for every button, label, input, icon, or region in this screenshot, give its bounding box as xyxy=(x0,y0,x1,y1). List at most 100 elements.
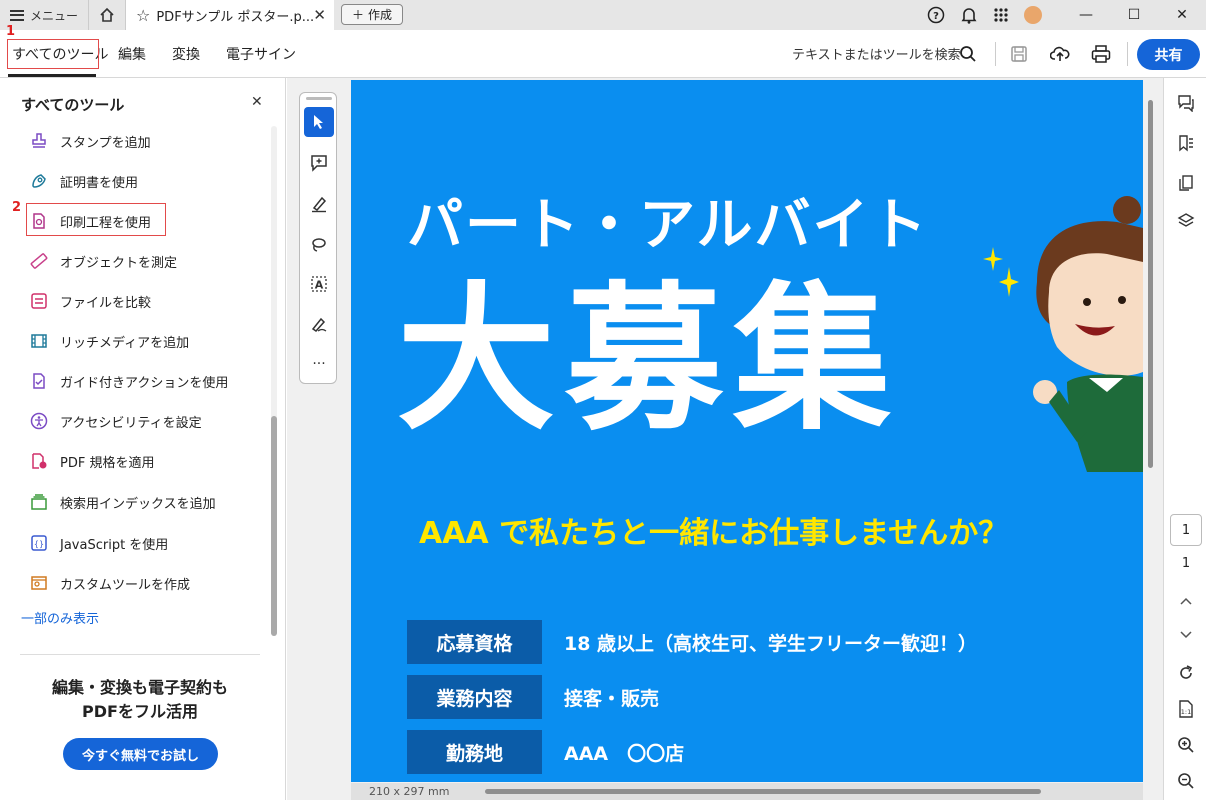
free-trial-button[interactable]: 今すぐ無料でお試し xyxy=(63,738,218,770)
pdf-page: パート・アルバイト 大募集 AAA で私たちと一緒にお仕事しませんか？ 応募資格… xyxy=(351,80,1143,782)
poster-row-qualification: 応募資格 18 歳以上（高校生可、学生フリーター歓迎！） xyxy=(407,620,977,664)
save-icon[interactable] xyxy=(1009,44,1029,64)
tool-pdf-standards[interactable]: PDF 規格を適用 xyxy=(30,450,154,472)
tool-label: ファイルを比較 xyxy=(60,295,152,311)
text-box-icon[interactable]: A xyxy=(304,269,334,299)
bell-icon[interactable] xyxy=(959,5,979,25)
menu-label: メニュー xyxy=(30,8,79,23)
zoom-out-icon[interactable] xyxy=(1175,770,1197,792)
maximize-icon[interactable]: ☐ xyxy=(1110,0,1158,30)
row-label: 勤務地 xyxy=(407,730,542,774)
highlight-pen-icon[interactable] xyxy=(304,189,334,219)
tool-use-certificate[interactable]: 証明書を使用 xyxy=(30,170,138,192)
tool-label: スタンプを追加 xyxy=(60,135,151,151)
select-cursor-icon[interactable] xyxy=(304,107,334,137)
tool-label: カスタムツールを作成 xyxy=(60,577,191,593)
tool-accessibility[interactable]: アクセシビリティを設定 xyxy=(30,410,202,432)
sign-icon[interactable] xyxy=(304,309,334,339)
javascript-icon: {} xyxy=(30,534,48,552)
promo-divider xyxy=(20,654,260,655)
actual-size-icon[interactable]: 1:1 xyxy=(1175,698,1197,720)
annotation-box-1 xyxy=(7,39,99,69)
help-icon[interactable]: ? xyxy=(926,5,946,25)
poster-subtitle: AAA で私たちと一緒にお仕事しませんか？ xyxy=(419,516,1009,551)
tab-edit[interactable]: 編集 xyxy=(118,30,146,78)
stamp-icon xyxy=(30,132,48,150)
document-horizontal-scrollbar[interactable]: 210 x 297 mm xyxy=(351,783,1143,800)
tool-add-rich-media[interactable]: リッチメディアを追加 xyxy=(30,330,189,352)
layers-icon[interactable] xyxy=(1175,210,1197,232)
bookmarks-icon[interactable] xyxy=(1175,132,1197,154)
tool-measure-object[interactable]: オブジェクトを測定 xyxy=(30,250,177,272)
menu-button[interactable]: メニュー xyxy=(10,5,78,25)
page-size-label: 210 x 297 mm xyxy=(369,785,450,798)
draw-freehand-icon[interactable] xyxy=(304,229,334,259)
row-value: 接客・販売 xyxy=(564,687,660,710)
toolbar-divider-2 xyxy=(1127,42,1128,66)
panel-title: すべてのツール xyxy=(21,96,125,114)
rotate-icon[interactable] xyxy=(1175,662,1197,684)
main-toolbar: すべてのツール 編集 変換 電子サイン テキストまたはツールを検索 共有 xyxy=(0,30,1206,78)
create-label: 作成 xyxy=(368,8,393,22)
chevron-up-icon[interactable] xyxy=(1175,590,1197,612)
home-tab[interactable] xyxy=(88,0,126,30)
close-panel-icon[interactable]: ✕ xyxy=(251,94,263,110)
avatar[interactable] xyxy=(1023,5,1043,25)
create-button[interactable]: ＋ 作成 xyxy=(341,4,403,25)
poster-row-location: 勤務地 AAA 〇〇店 xyxy=(407,730,684,774)
search-icon[interactable] xyxy=(958,44,978,64)
guided-action-icon xyxy=(30,372,48,390)
tab-convert[interactable]: 変換 xyxy=(172,30,200,78)
page-total: 1 xyxy=(1181,556,1191,571)
pages-icon[interactable] xyxy=(1175,172,1197,194)
apps-grid-icon[interactable] xyxy=(991,5,1011,25)
tool-compare-files[interactable]: ファイルを比較 xyxy=(30,290,151,312)
tool-guided-actions[interactable]: ガイド付きアクションを使用 xyxy=(30,370,228,392)
tool-add-search-index[interactable]: 検索用インデックスを追加 xyxy=(30,491,216,513)
quick-tools-bar: A ··· xyxy=(299,92,337,384)
star-icon[interactable]: ☆ xyxy=(136,6,150,25)
ruler-icon xyxy=(30,252,48,270)
document-viewer: A ··· パート・アルバイト 大募集 AAA で私たちと一緒にお仕事しませんか… xyxy=(287,78,1163,800)
promo-line-2: PDFをフル活用 xyxy=(82,702,198,721)
sparkle-icon xyxy=(983,247,1019,297)
film-icon xyxy=(30,332,48,350)
print-icon[interactable] xyxy=(1091,44,1111,64)
svg-text:{}: {} xyxy=(34,540,44,549)
close-tab-icon[interactable]: ✕ xyxy=(313,6,326,24)
promo-line-1: 編集・変換も電子契約も xyxy=(51,678,228,697)
tab-e-sign[interactable]: 電子サイン xyxy=(226,30,296,78)
poster-heading: パート・アルバイト xyxy=(407,193,929,258)
search-tools-input[interactable]: テキストまたはツールを検索 xyxy=(792,44,961,63)
tool-label: アクセシビリティを設定 xyxy=(60,415,202,431)
show-less-link[interactable]: 一部のみ表示 xyxy=(21,608,99,627)
tool-label: オブジェクトを測定 xyxy=(60,255,178,271)
row-label: 業務内容 xyxy=(407,675,542,719)
comments-icon[interactable] xyxy=(1175,92,1197,114)
drag-grip[interactable] xyxy=(306,97,332,100)
poster-big-title: 大募集 xyxy=(397,268,901,452)
more-tools-icon[interactable]: ··· xyxy=(304,349,334,379)
window-close-icon[interactable]: ✕ xyxy=(1158,0,1206,30)
right-rail: 1 1 1:1 xyxy=(1163,78,1206,800)
tool-create-custom[interactable]: カスタムツールを作成 xyxy=(30,572,190,594)
hamburger-icon xyxy=(10,9,24,21)
page-number-input[interactable]: 1 xyxy=(1170,514,1202,546)
add-comment-icon[interactable] xyxy=(304,148,334,178)
document-vertical-scrollbar[interactable] xyxy=(1145,80,1155,782)
tool-label: 証明書を使用 xyxy=(60,175,139,191)
cloud-upload-icon[interactable] xyxy=(1050,44,1070,64)
tool-label: ガイド付きアクションを使用 xyxy=(60,375,229,391)
annotation-box-2 xyxy=(26,203,166,236)
tool-javascript[interactable]: {} JavaScript を使用 xyxy=(30,532,168,554)
minimize-icon[interactable]: — xyxy=(1062,0,1110,30)
svg-text:A: A xyxy=(315,279,324,292)
tool-add-stamp[interactable]: スタンプを追加 xyxy=(30,130,151,152)
panel-scrollbar[interactable] xyxy=(271,126,277,636)
zoom-in-icon[interactable] xyxy=(1175,734,1197,756)
chevron-down-icon[interactable] xyxy=(1175,624,1197,646)
row-value: AAA 〇〇店 xyxy=(564,742,685,765)
character-illustration xyxy=(1033,196,1143,472)
share-button[interactable]: 共有 xyxy=(1137,39,1200,70)
document-tab[interactable]: ☆ PDFサンプル ポスター.p... ✕ xyxy=(126,0,334,30)
